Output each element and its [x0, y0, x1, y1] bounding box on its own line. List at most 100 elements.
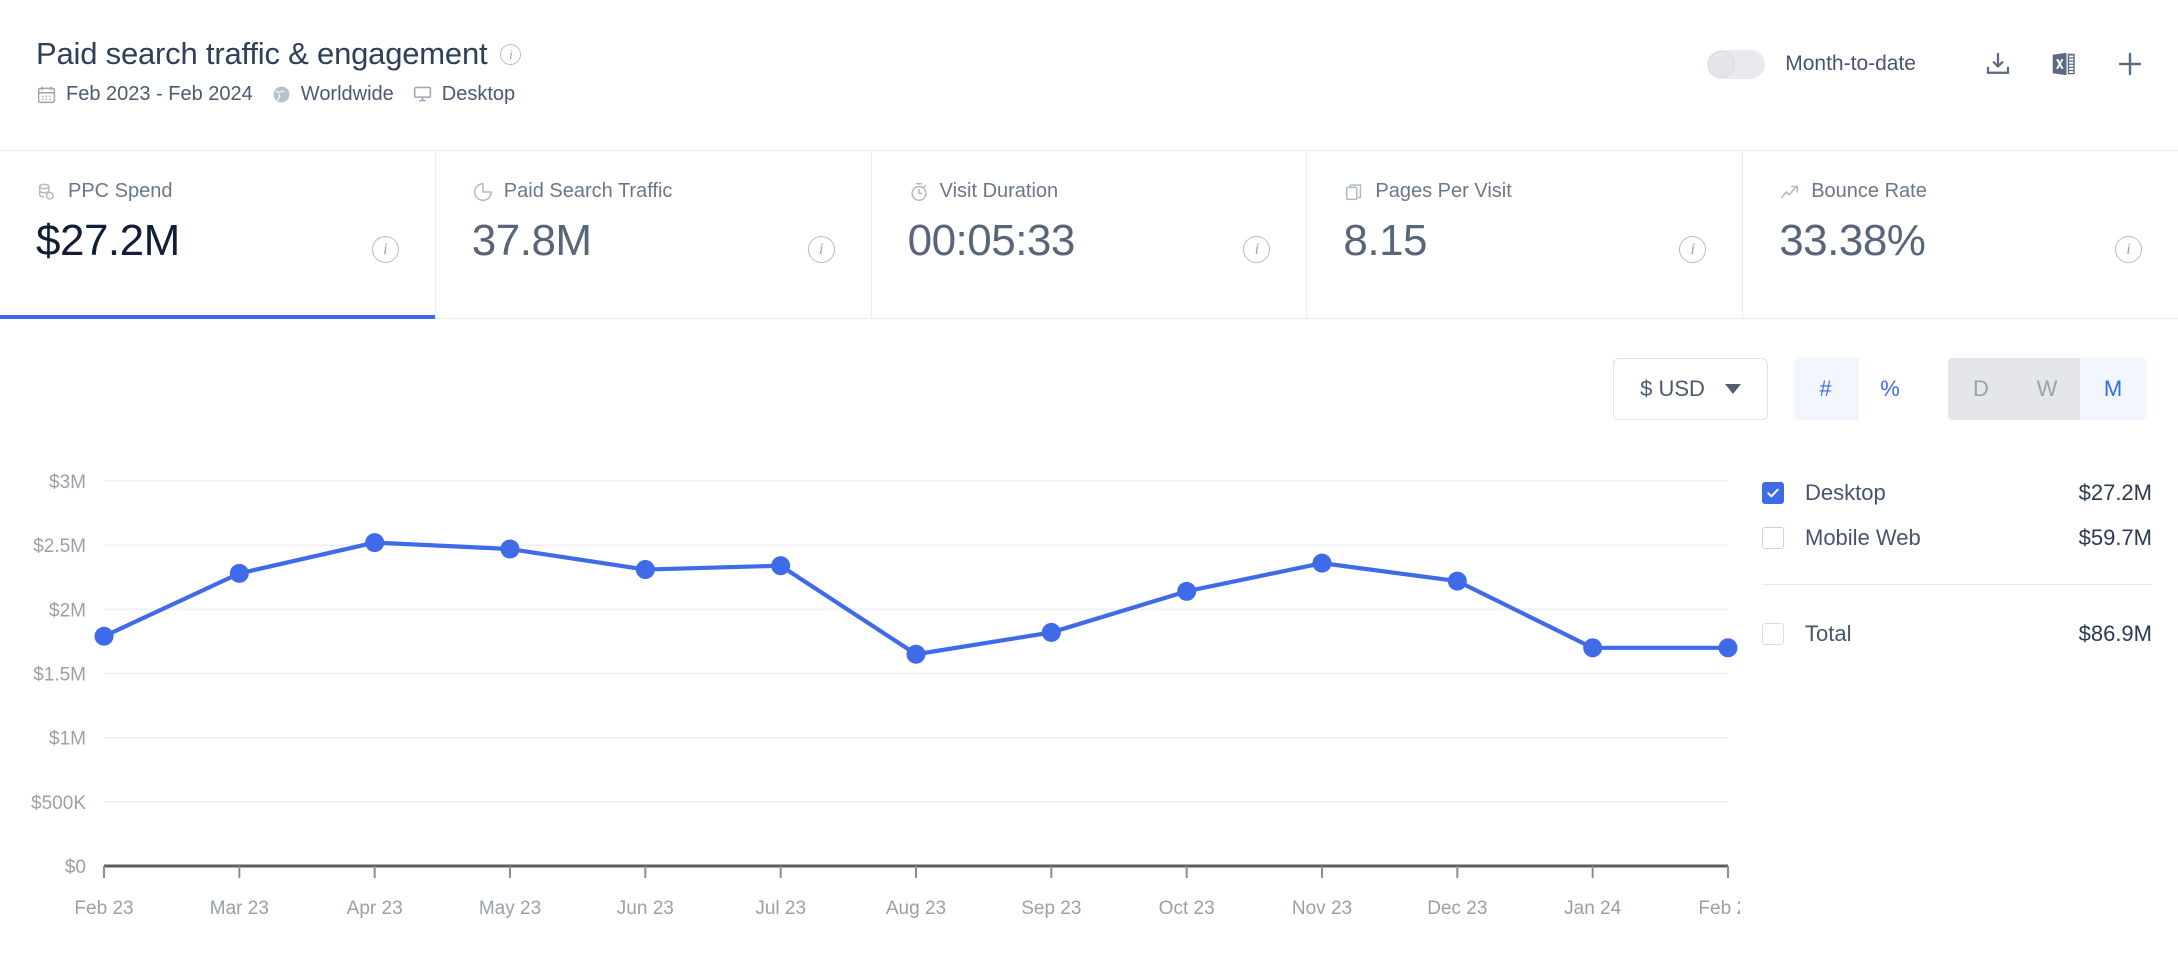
- legend-item-total[interactable]: Total $86.9M: [1762, 611, 2152, 656]
- download-icon: [1986, 52, 2010, 74]
- page-header: Paid search traffic & engagement i Feb 2…: [0, 0, 2178, 151]
- x-axis-tick-label: Jan 24: [1564, 898, 1621, 919]
- currency-value: $ USD: [1640, 376, 1705, 401]
- y-axis-tick-label: $1M: [49, 729, 86, 750]
- series-line-desktop: [101, 540, 1731, 657]
- kpi-info-icon[interactable]: i: [807, 236, 835, 263]
- kpi-card-visit-duration[interactable]: Visit Duration 00:05:33 i: [872, 151, 1308, 318]
- meta-date-range[interactable]: Feb 2023 - Feb 2024: [36, 83, 253, 106]
- excel-export-button[interactable]: [2048, 48, 2080, 80]
- data-point[interactable]: [1041, 622, 1061, 642]
- data-point[interactable]: [1312, 553, 1332, 573]
- chart-legend: Desktop $27.2M Mobile Web $59.7M Total $…: [1762, 470, 2152, 656]
- kpi-info-icon[interactable]: i: [1679, 236, 1707, 263]
- coins-icon: [38, 183, 54, 200]
- kpi-card-paid-search-traffic[interactable]: Paid Search Traffic 37.8M i: [436, 151, 872, 318]
- info-icon[interactable]: i: [500, 43, 522, 65]
- kpi-header: Paid Search Traffic: [472, 180, 871, 203]
- kpi-label: Bounce Rate: [1811, 180, 1927, 202]
- x-axis-tick-label: Dec 23: [1427, 898, 1487, 919]
- toggle-knob: [1708, 50, 1736, 78]
- legend-checkbox-desktop[interactable]: [1762, 481, 1784, 504]
- x-axis-tick-label: Aug 23: [886, 898, 946, 919]
- legend-label: Desktop: [1805, 479, 1886, 505]
- legend-label: Mobile Web: [1805, 524, 1921, 550]
- kpi-card-bounce-rate[interactable]: Bounce Rate 33.38% i: [1743, 151, 2178, 318]
- data-point[interactable]: [500, 539, 520, 559]
- meta-geo-label: Worldwide: [300, 83, 394, 105]
- kpi-info-icon[interactable]: i: [371, 236, 399, 263]
- trend-arrow-icon: [1781, 185, 1799, 198]
- stopwatch-icon: [910, 182, 927, 201]
- meta-geography[interactable]: Worldwide: [271, 83, 394, 106]
- legend-label: Total: [1805, 620, 1852, 646]
- check-icon: [1767, 488, 1779, 497]
- legend-checkbox-mobile-web[interactable]: [1762, 526, 1784, 549]
- chart-toolbar: $ USD # % D W M: [1613, 358, 2146, 420]
- kpi-card-ppc-spend[interactable]: PPC Spend $27.2M i: [0, 151, 436, 319]
- legend-value: $86.9M: [2078, 620, 2152, 646]
- desktop-icon: [413, 86, 431, 102]
- legend-item-desktop[interactable]: Desktop $27.2M: [1762, 470, 2152, 515]
- data-point[interactable]: [1583, 638, 1603, 658]
- plus-icon: [2118, 52, 2142, 76]
- data-point[interactable]: [1177, 581, 1197, 601]
- unit-mode-toggle-group: # %: [1794, 358, 1922, 420]
- globe-icon: [273, 86, 290, 103]
- data-point[interactable]: [635, 560, 655, 580]
- data-point[interactable]: [771, 556, 791, 576]
- meta-device[interactable]: Desktop: [412, 83, 515, 106]
- y-axis-tick-label: $2.5M: [33, 536, 86, 557]
- kpi-card-row: PPC Spend $27.2M i Paid Search Traffic 3…: [0, 151, 2178, 319]
- kpi-label: Paid Search Traffic: [503, 180, 673, 202]
- y-axis-tick-label: $500K: [31, 793, 86, 814]
- legend-item-mobile-web[interactable]: Mobile Web $59.7M: [1762, 515, 2152, 560]
- x-axis-tick-label: Jun 23: [617, 898, 674, 919]
- breadcrumb: Feb 2023 - Feb 2024 Worldwide Desktop: [36, 83, 521, 106]
- data-point[interactable]: [1718, 638, 1738, 658]
- legend-value: $59.7M: [2078, 524, 2152, 550]
- kpi-header: Visit Duration: [908, 180, 1307, 203]
- x-axis-tick-label: Feb 23: [74, 898, 133, 919]
- month-to-date-toggle[interactable]: [1707, 49, 1766, 79]
- pie-slice-icon: [473, 182, 492, 201]
- legend-value: $27.2M: [2078, 479, 2152, 505]
- granularity-toggle-group: D W M: [1948, 358, 2146, 420]
- kpi-label: PPC Spend: [68, 180, 173, 202]
- x-axis-tick-label: Jul 23: [755, 898, 806, 919]
- title-row: Paid search traffic & engagement i: [36, 36, 522, 72]
- header-icon-buttons: [1982, 48, 2146, 80]
- currency-select[interactable]: $ USD: [1613, 358, 1768, 420]
- x-axis-tick-label: Mar 23: [210, 898, 269, 919]
- chevron-down-icon: [1724, 384, 1741, 394]
- data-point[interactable]: [906, 644, 926, 664]
- data-point[interactable]: [229, 563, 249, 583]
- data-point[interactable]: [365, 533, 385, 553]
- line-chart-svg: $0 $500K $1M $1.5M $2M $2.5M $3M Feb 23 Mar 23 Ap…: [31, 472, 1740, 919]
- pages-icon: [1346, 183, 1362, 200]
- download-button[interactable]: [1982, 48, 2014, 80]
- kpi-label: Visit Duration: [939, 180, 1059, 202]
- add-button[interactable]: [2114, 48, 2146, 80]
- kpi-info-icon[interactable]: i: [2114, 236, 2142, 263]
- granularity-month[interactable]: M: [2080, 358, 2146, 420]
- granularity-day[interactable]: D: [1948, 358, 2014, 420]
- line-chart[interactable]: $0 $500K $1M $1.5M $2M $2.5M $3M Feb 23 Mar 23 Ap…: [0, 430, 1740, 930]
- paid-search-dashboard: Paid search traffic & engagement i Feb 2…: [0, 0, 2178, 960]
- unit-mode-number[interactable]: #: [1794, 358, 1858, 420]
- data-point[interactable]: [94, 626, 114, 646]
- y-axis-tick-label: $1.5M: [33, 665, 86, 686]
- meta-date-label: Feb 2023 - Feb 2024: [66, 83, 253, 105]
- legend-checkbox-total[interactable]: [1762, 622, 1784, 645]
- calendar-icon: [37, 86, 56, 104]
- x-axis-tick-label: Sep 23: [1021, 898, 1081, 919]
- unit-mode-percent[interactable]: %: [1858, 358, 1922, 420]
- header-actions: Month-to-date: [1707, 48, 2146, 80]
- header-title-block: Paid search traffic & engagement i Feb 2…: [36, 36, 522, 106]
- x-axis-tick-label: Oct 23: [1159, 898, 1215, 919]
- kpi-card-pages-per-visit[interactable]: Pages Per Visit 8.15 i: [1307, 151, 1744, 318]
- x-axis-tick-label: May 23: [479, 898, 541, 919]
- data-point[interactable]: [1447, 571, 1467, 591]
- granularity-week[interactable]: W: [2014, 358, 2080, 420]
- kpi-header: PPC Spend: [36, 180, 435, 203]
